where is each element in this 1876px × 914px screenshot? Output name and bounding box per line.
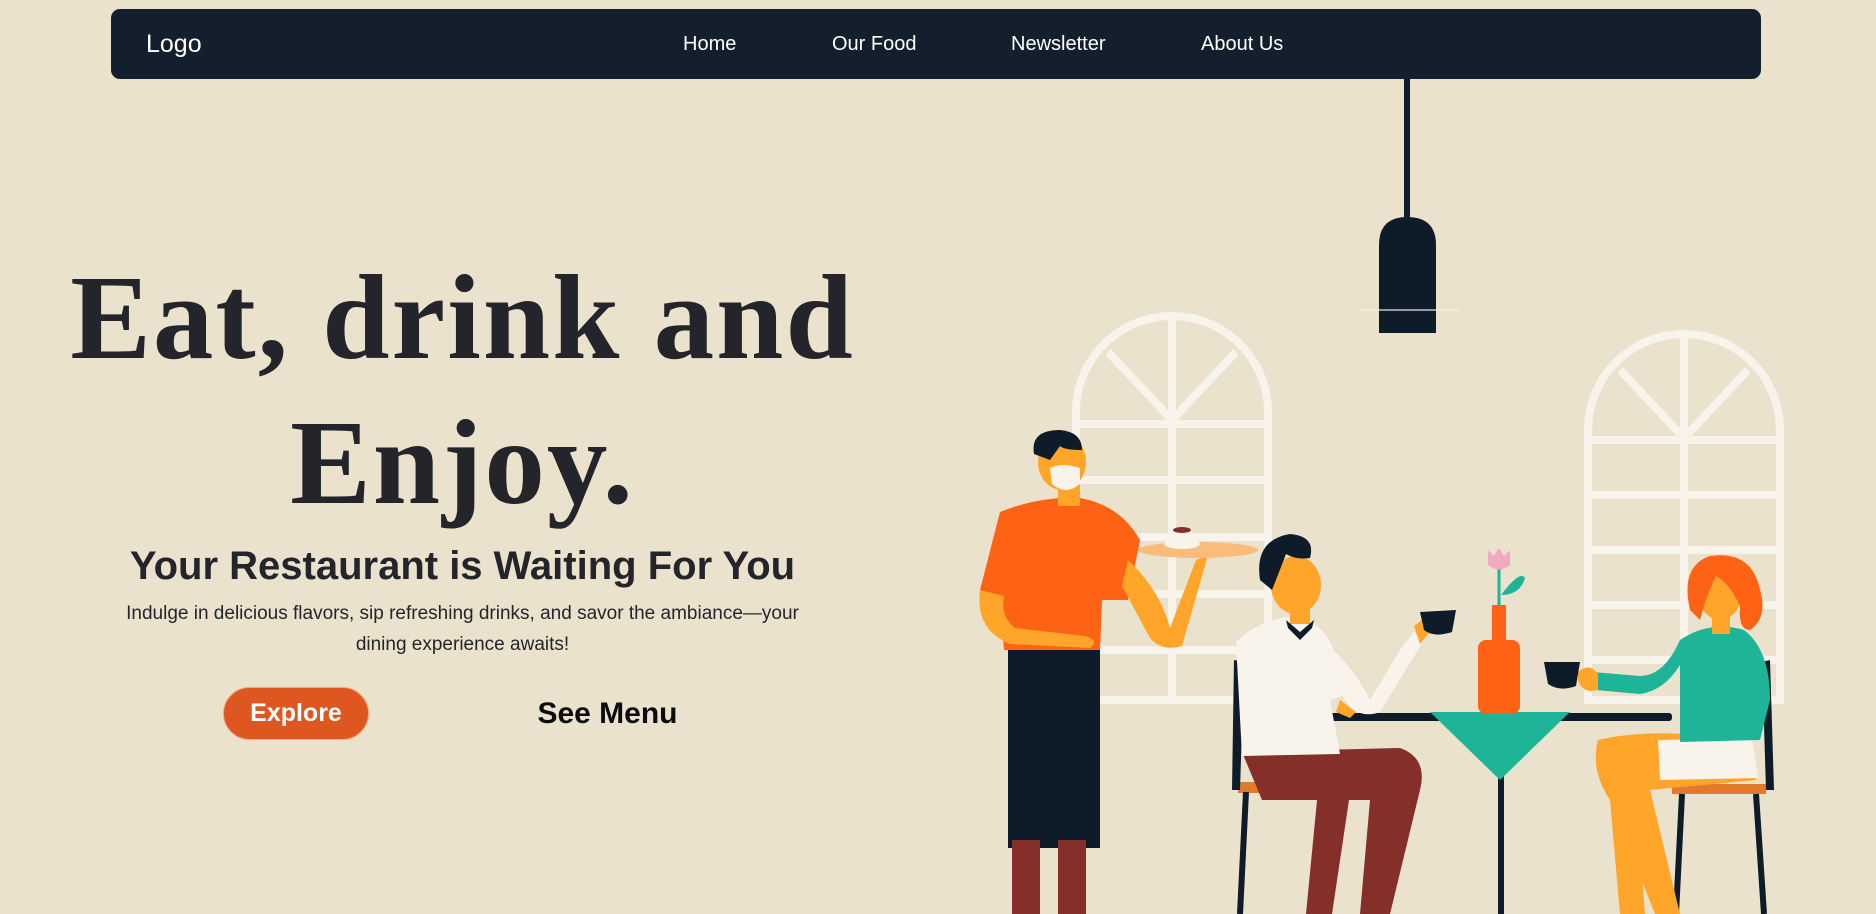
explore-button[interactable]: Explore bbox=[223, 687, 369, 740]
arched-window-left-icon bbox=[1072, 312, 1272, 704]
nav-link-about-us[interactable]: About Us bbox=[1201, 9, 1283, 79]
pendant-lamp-icon bbox=[1360, 79, 1460, 333]
vase-flower-icon bbox=[1478, 548, 1525, 714]
diner-woman-icon bbox=[1544, 555, 1774, 914]
waiter-icon bbox=[979, 430, 1258, 914]
hero-title-line-1: Eat, drink and bbox=[70, 251, 855, 385]
arched-window-right-icon bbox=[1584, 330, 1784, 704]
nav-link-our-food[interactable]: Our Food bbox=[832, 9, 916, 79]
hero-title-line-2: Enjoy. bbox=[290, 396, 635, 530]
nav-link-newsletter[interactable]: Newsletter bbox=[1011, 9, 1105, 79]
diner-man-icon bbox=[1232, 534, 1456, 914]
nav-link-home[interactable]: Home bbox=[683, 9, 736, 79]
table-icon bbox=[1330, 712, 1672, 914]
see-menu-button[interactable]: See Menu bbox=[520, 687, 695, 740]
hero-description: Indulge in delicious flavors, sip refres… bbox=[126, 603, 799, 655]
hero-title: Eat, drink and Enjoy. bbox=[40, 246, 885, 536]
logo[interactable]: Logo bbox=[146, 9, 202, 79]
top-navbar: Logo Home Our Food Newsletter About Us bbox=[111, 9, 1761, 79]
hero-subtitle: Your Restaurant is Waiting For You bbox=[129, 544, 796, 588]
